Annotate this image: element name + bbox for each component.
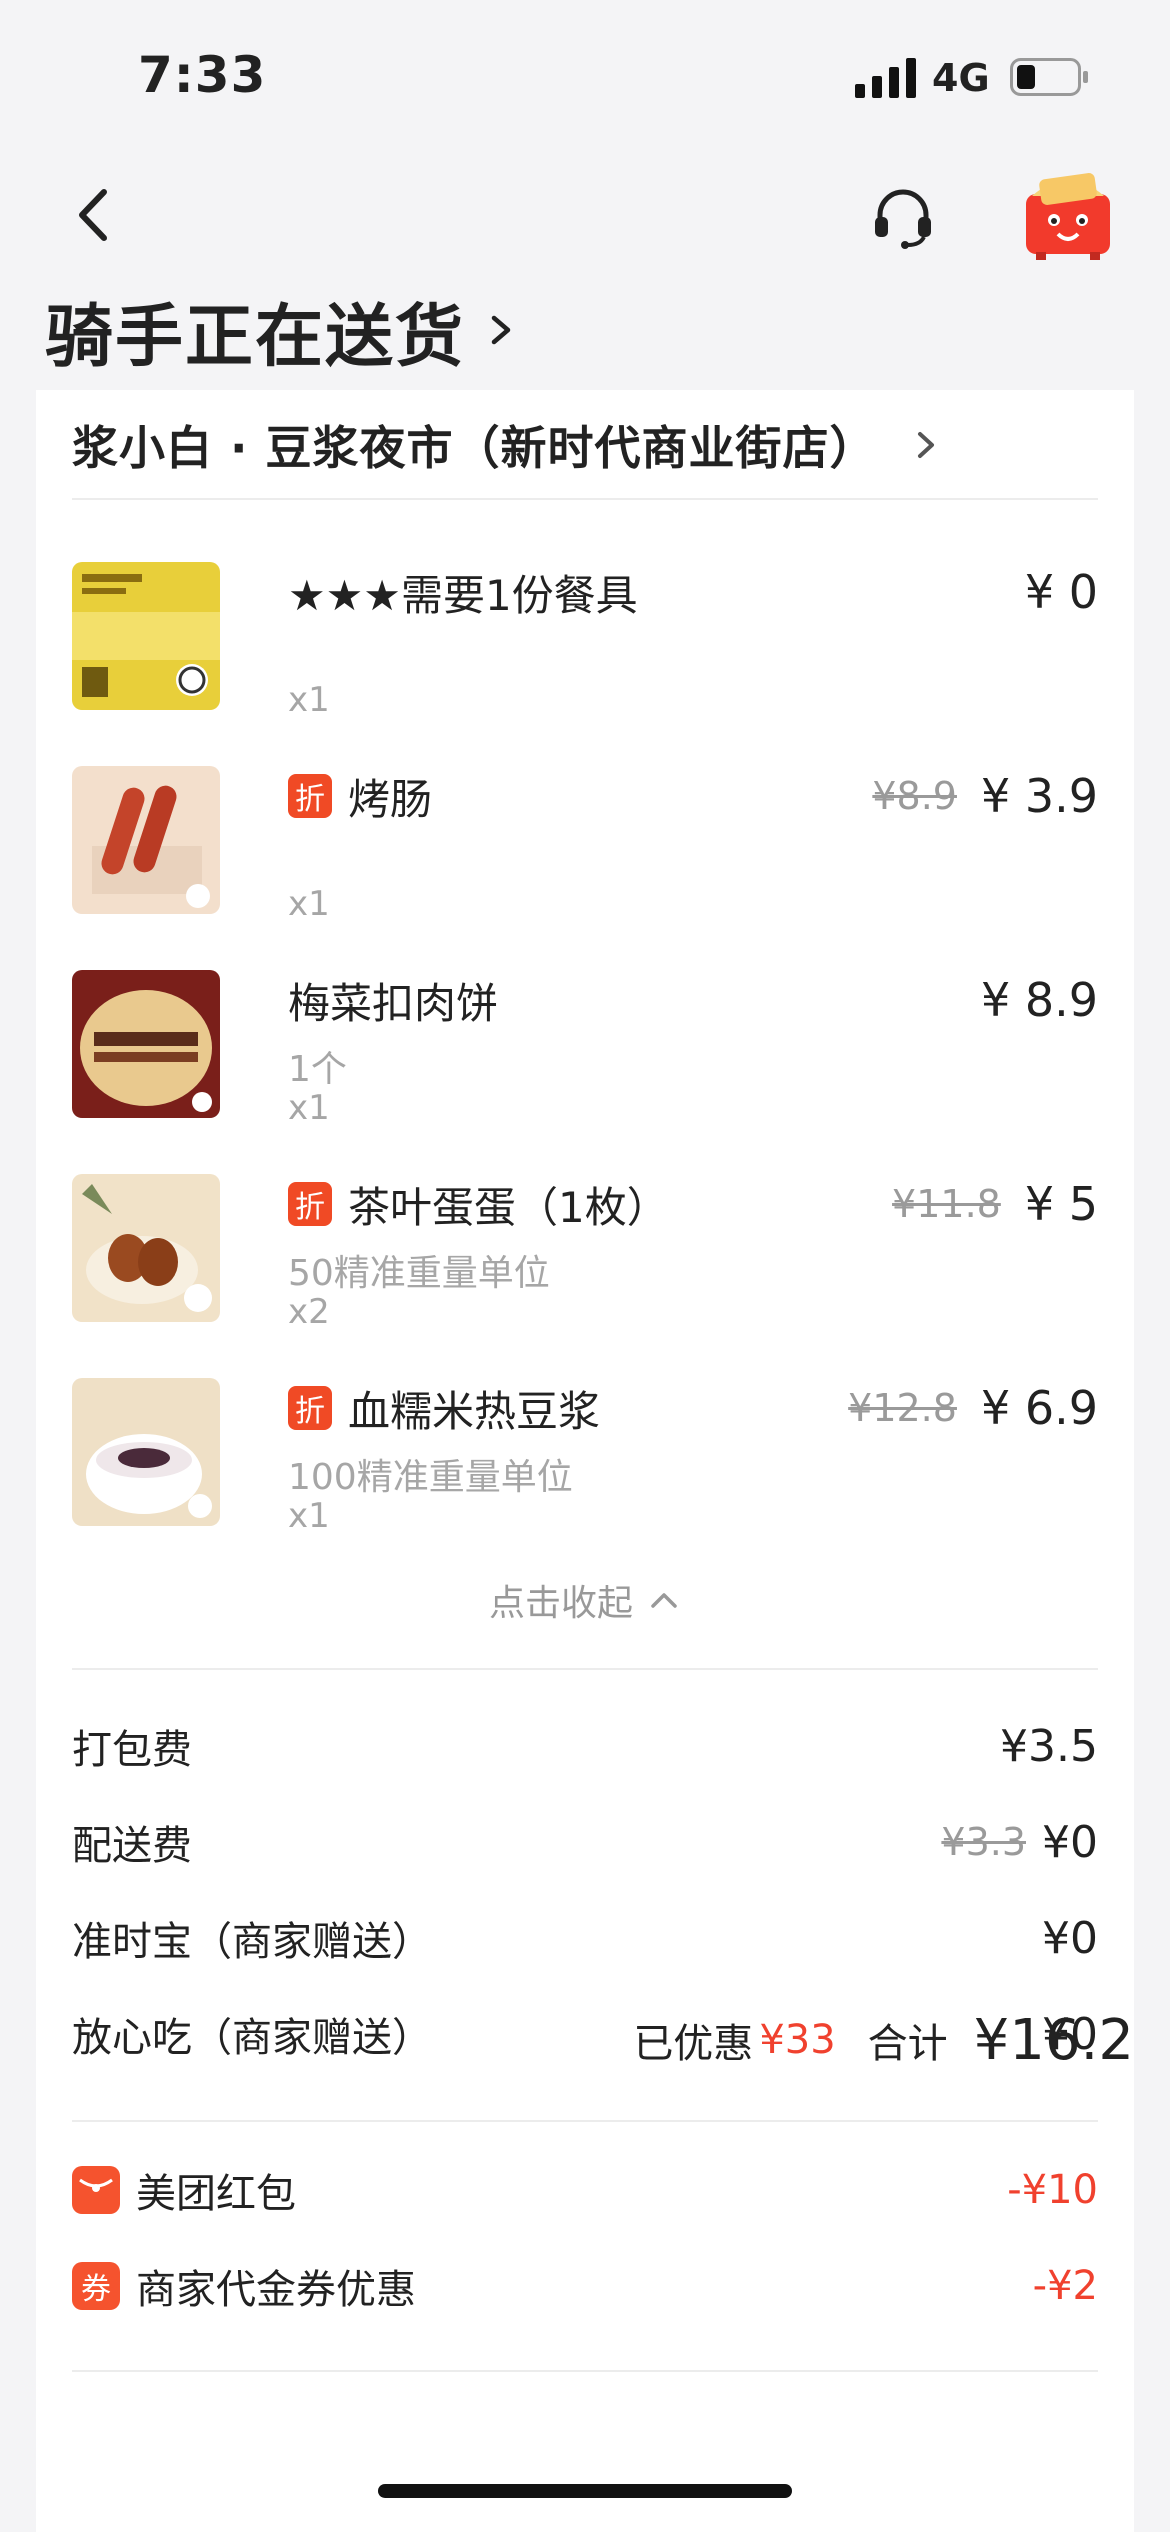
chevron-right-icon xyxy=(491,315,511,345)
battery-icon xyxy=(1010,58,1088,96)
item-spec: 1个 xyxy=(288,1049,347,1090)
fee-label: 放心吃（商家赠送） xyxy=(72,2015,432,2061)
item-name: 梅菜扣肉饼 xyxy=(288,978,499,1028)
divider xyxy=(72,2370,1098,2372)
fee-row-packaging: 打包费 ¥3.5 xyxy=(72,1716,1098,1776)
item-quantity: x1 xyxy=(288,884,330,924)
store-link[interactable]: 浆小白 · 豆浆夜市（新时代商业街店） xyxy=(72,400,943,490)
status-bar: 7:33 4G xyxy=(0,0,1170,150)
divider xyxy=(72,2120,1098,2122)
signal-icon xyxy=(855,58,916,98)
nav-bar xyxy=(0,150,1170,280)
item-name: ★★★需要1份餐具 xyxy=(288,570,638,620)
order-item[interactable]: ★★★需要1份餐具 x1 ¥ 0 xyxy=(72,562,1098,722)
item-spec: 100精准重量单位 xyxy=(288,1457,573,1498)
total-value: ¥16.2 xyxy=(973,2007,1134,2073)
order-item[interactable]: 折茶叶蛋蛋（1枚） 50精准重量单位 x2 ¥11.8 ¥ 5 xyxy=(72,1174,1098,1334)
divider xyxy=(72,498,1098,500)
total-label: 合计 xyxy=(867,2021,948,2067)
item-name: 折血糯米热豆浆 xyxy=(288,1380,600,1436)
original-fee: ¥3.3 xyxy=(941,1820,1026,1864)
promo-row-red-packet: 美团红包 -¥10 xyxy=(72,2160,1098,2220)
status-time: 7:33 xyxy=(138,46,267,104)
item-name: 折烤肠 xyxy=(288,768,432,824)
fee-row-delivery: 配送费 ¥3.3 ¥0 xyxy=(72,1812,1098,1872)
item-thumbnail xyxy=(72,562,220,710)
item-quantity: x1 xyxy=(288,1088,330,1128)
item-price: ¥ 0 xyxy=(1024,565,1098,619)
saved-label: 已优惠 xyxy=(633,2021,754,2067)
order-item[interactable]: 折血糯米热豆浆 100精准重量单位 x1 ¥12.8 ¥ 6.9 xyxy=(72,1378,1098,1538)
item-price: ¥ 8.9 xyxy=(980,973,1098,1027)
store-name: 浆小白 · 豆浆夜市（新时代商业街店） xyxy=(72,421,877,475)
chevron-up-icon xyxy=(651,1593,677,1608)
discount-badge: 折 xyxy=(288,774,332,818)
fee-label: 准时宝（商家赠送） xyxy=(72,1919,432,1965)
home-indicator[interactable] xyxy=(378,2484,792,2498)
order-card: 浆小白 · 豆浆夜市（新时代商业街店） ★★★需要1份餐具 x1 ¥ 0 折 烤… xyxy=(36,390,1134,2532)
delivery-status-title[interactable]: 骑手正在送货 xyxy=(45,285,521,377)
customer-service-icon[interactable] xyxy=(870,185,936,251)
promo-label: 商家代金券优惠 xyxy=(136,2267,416,2313)
item-price: ¥8.9 ¥ 3.9 xyxy=(872,769,1098,823)
item-quantity: x1 xyxy=(288,1496,330,1536)
fee-label: 配送费 xyxy=(72,1823,192,1869)
order-item[interactable]: 梅菜扣肉饼 1个 x1 ¥ 8.9 xyxy=(72,970,1098,1130)
page-title: 骑手正在送货 xyxy=(45,297,466,377)
network-type: 4G xyxy=(932,56,990,100)
red-packet-icon xyxy=(72,2166,120,2214)
promo-value: -¥10 xyxy=(1007,2167,1098,2213)
item-quantity: x2 xyxy=(288,1292,330,1332)
fee-label: 打包费 xyxy=(72,1727,192,1773)
discount-badge: 折 xyxy=(288,1182,332,1226)
fee-value: ¥3.5 xyxy=(1000,1720,1098,1772)
saved-value: ¥33 xyxy=(759,2017,836,2063)
order-summary: 已优惠 ¥33 合计 ¥16.2 xyxy=(633,2000,1134,2080)
item-quantity: x1 xyxy=(288,680,330,720)
divider xyxy=(72,1668,1098,1670)
item-price: ¥11.8 ¥ 5 xyxy=(892,1177,1098,1231)
order-item[interactable]: 折烤肠 x1 ¥8.9 ¥ 3.9 xyxy=(72,766,1098,926)
item-thumbnail xyxy=(72,766,220,914)
item-thumbnail xyxy=(72,1174,220,1322)
original-price: ¥12.8 xyxy=(848,1386,957,1430)
item-thumbnail xyxy=(72,1378,220,1526)
fee-value: ¥0 xyxy=(1042,1912,1098,1964)
item-price: ¥12.8 ¥ 6.9 xyxy=(848,1381,1098,1435)
back-arrow-icon[interactable] xyxy=(60,180,130,250)
gift-box-icon[interactable] xyxy=(1022,170,1114,260)
chevron-right-icon xyxy=(917,432,934,458)
coupon-icon: 券 xyxy=(72,2262,120,2310)
promo-value: -¥2 xyxy=(1032,2263,1098,2309)
original-price: ¥11.8 xyxy=(892,1182,1001,1226)
promo-row-coupon: 券 商家代金券优惠 -¥2 xyxy=(72,2256,1098,2316)
discount-badge: 折 xyxy=(288,1386,332,1430)
item-spec: 50精准重量单位 xyxy=(288,1253,550,1294)
collapse-label: 点击收起 xyxy=(488,1583,633,1624)
fee-row-ontime: 准时宝（商家赠送） ¥0 xyxy=(72,1908,1098,1968)
collapse-button[interactable]: 点击收起 xyxy=(36,1570,1134,1630)
original-price: ¥8.9 xyxy=(872,774,957,818)
promo-label: 美团红包 xyxy=(136,2171,296,2217)
item-thumbnail xyxy=(72,970,220,1118)
item-name: 折茶叶蛋蛋（1枚） xyxy=(288,1176,669,1232)
fee-value: ¥3.3 ¥0 xyxy=(941,1816,1098,1868)
